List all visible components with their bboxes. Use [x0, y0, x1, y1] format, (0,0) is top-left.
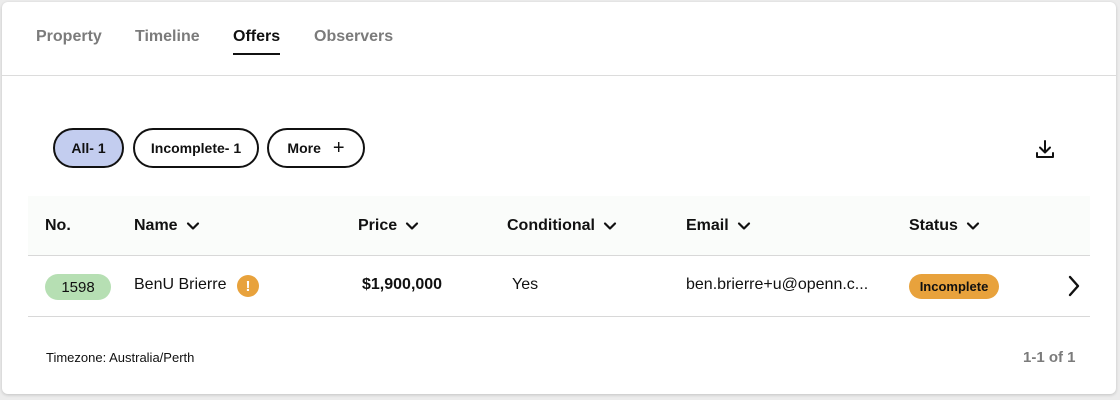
plus-icon: + — [332, 137, 345, 159]
tab-bar: Property Timeline Offers Observers — [2, 2, 1116, 76]
chevron-down-icon — [603, 222, 617, 230]
chevron-down-icon — [186, 222, 199, 230]
offer-email: ben.brierre+u@openn.c... — [686, 276, 869, 293]
column-header-conditional[interactable]: Conditional — [507, 217, 617, 235]
filter-incomplete-button[interactable]: Incomplete- 1 — [133, 128, 259, 168]
offer-conditional: Yes — [512, 276, 539, 293]
filter-incomplete-label: Incomplete- 1 — [150, 140, 242, 156]
filter-all-button[interactable]: All- 1 — [53, 128, 124, 168]
offers-table: No. Name Price Conditional Email Status — [28, 196, 1090, 317]
pagination-info: 1-1 of 1 — [1023, 349, 1076, 366]
more-filters-label: More — [287, 140, 321, 156]
tab-offers[interactable]: Offers — [233, 28, 281, 55]
download-icon[interactable] — [1034, 138, 1056, 160]
table-row[interactable]: 1598 BenU Brierre ! $1,900,000 Yes ben.b… — [28, 256, 1090, 317]
offers-panel: Property Timeline Offers Observers All- … — [2, 2, 1116, 394]
column-header-email[interactable]: Email — [686, 217, 751, 235]
chevron-right-icon[interactable] — [1066, 274, 1082, 298]
tab-observers[interactable]: Observers — [314, 28, 393, 53]
chevron-down-icon — [737, 222, 750, 230]
status-badge: Incomplete — [909, 274, 999, 299]
exclamation-icon[interactable]: ! — [237, 275, 259, 297]
more-filters-button[interactable]: More + — [267, 128, 365, 168]
tab-timeline[interactable]: Timeline — [135, 28, 200, 53]
column-header-no: No. — [45, 217, 71, 234]
column-header-price[interactable]: Price — [358, 217, 419, 235]
timezone-label: Timezone: Australia/Perth — [46, 350, 195, 365]
column-header-name[interactable]: Name — [134, 217, 200, 235]
table-header: No. Name Price Conditional Email Status — [28, 196, 1090, 256]
column-header-status[interactable]: Status — [909, 217, 980, 235]
filter-all-label: All- 1 — [71, 140, 106, 156]
offer-number-badge: 1598 — [45, 274, 111, 300]
chevron-down-icon — [966, 222, 980, 230]
chevron-down-icon — [406, 222, 419, 230]
offer-price: $1,900,000 — [362, 276, 443, 293]
tab-property[interactable]: Property — [36, 28, 102, 53]
offer-name: BenU Brierre — [134, 276, 227, 293]
